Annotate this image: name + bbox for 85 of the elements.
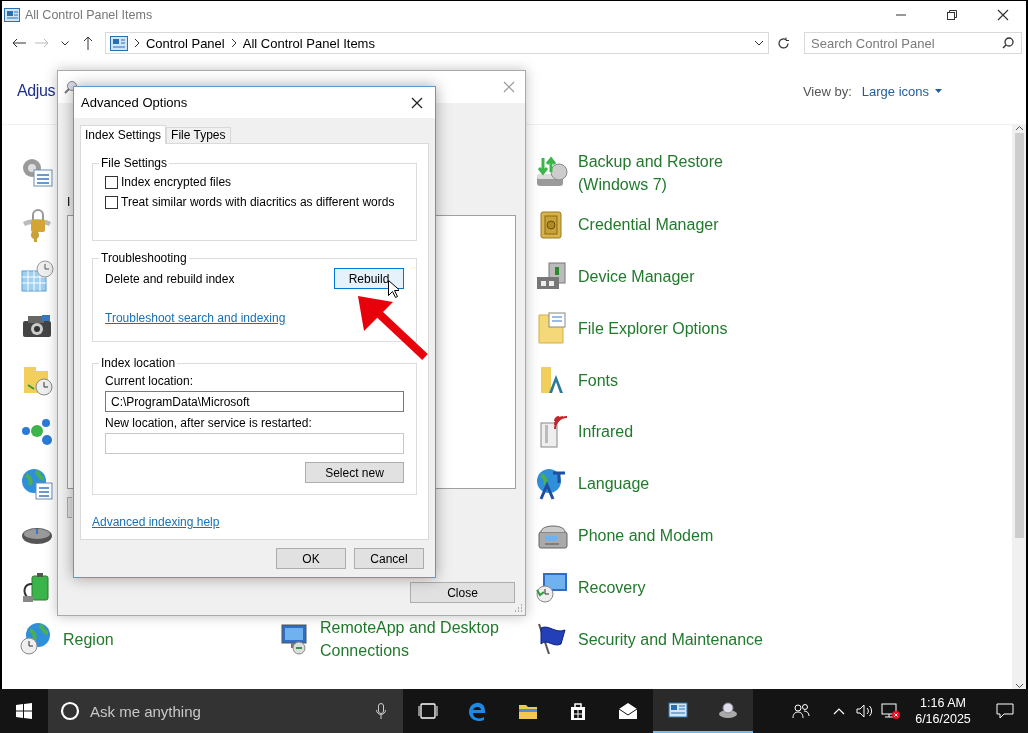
view-by-dropdown[interactable]: Large icons — [861, 83, 942, 99]
item-link[interactable]: Credential Manager — [578, 213, 719, 237]
monitor-clock-icon — [535, 570, 569, 605]
checkbox[interactable] — [105, 175, 118, 189]
calendar-clock-icon — [20, 259, 54, 294]
ok-button[interactable]: OK — [276, 548, 346, 569]
flag-icon — [535, 622, 569, 657]
close-button[interactable]: Close — [410, 582, 515, 603]
field-label: Current location: — [105, 374, 195, 388]
cancel-button[interactable]: Cancel — [354, 548, 424, 569]
input-field[interactable]: C:\ProgramData\Microsoft — [105, 391, 404, 412]
group-label: File Settings — [100, 156, 169, 170]
people-icon — [792, 703, 810, 719]
scrollbar[interactable] — [1012, 125, 1026, 689]
close-icon — [997, 8, 1009, 21]
item-link[interactable]: Infrared — [578, 420, 634, 444]
dropdown-caret-icon[interactable] — [753, 40, 764, 46]
chevron-up-icon — [833, 707, 845, 715]
group-label: Index location — [100, 356, 177, 370]
close-icon — [411, 96, 423, 109]
label-text: I — [67, 195, 72, 209]
item-link[interactable]: Backup and Restore (Windows 7) — [578, 149, 778, 196]
checkbox-label: Index encrypted files — [121, 175, 232, 189]
view-by-label: View by: — [802, 83, 852, 99]
network-disconnected-icon — [881, 703, 901, 719]
item-link[interactable]: File Explorer Options — [578, 316, 728, 340]
forward-arrow-icon — [34, 38, 49, 48]
store-icon — [568, 701, 588, 721]
folder-checklist-icon — [535, 311, 569, 346]
scroll-up-icon[interactable] — [1014, 125, 1024, 131]
refresh-icon — [776, 36, 790, 50]
scroll-down-icon — [1014, 683, 1024, 689]
checkbox-label: Treat similar words with diacritics as different words — [121, 195, 395, 209]
item-link[interactable]: Fonts — [578, 368, 618, 392]
input-field[interactable] — [105, 433, 404, 454]
search-field[interactable]: Ask me anything — [48, 689, 403, 733]
close-icon — [503, 81, 515, 93]
item-link[interactable]: Recovery — [578, 575, 646, 599]
caret-icon — [61, 40, 70, 46]
field-label: New location, after service is restarted: — [105, 416, 313, 430]
troubleshoot-link[interactable]: Troubleshoot search and indexing — [105, 311, 286, 325]
up-arrow-icon — [83, 36, 94, 50]
cursor-icon — [388, 280, 399, 298]
control-panel-icon — [4, 7, 20, 22]
tab[interactable]: Index Settings — [80, 125, 167, 144]
item-link[interactable]: Language — [578, 472, 650, 496]
item-link[interactable]: RemoteApp and Desktop Connections — [320, 616, 520, 663]
taskbar-app[interactable] — [653, 689, 703, 733]
clock[interactable]: 1:16 AM 6/16/2025 — [904, 695, 982, 727]
resize-grip-icon — [514, 604, 523, 613]
search-field[interactable]: Search Control Panel — [804, 32, 1022, 54]
chevron-right-icon — [133, 38, 140, 48]
description-text: Delete and rebuild index — [105, 271, 235, 286]
help-link[interactable]: Advanced indexing help — [92, 515, 220, 529]
item-link[interactable]: Device Manager — [578, 265, 695, 288]
mail-icon — [618, 701, 638, 721]
item-link[interactable]: Security and Maintenance — [578, 627, 763, 651]
notification-icon — [996, 703, 1014, 719]
control-panel-icon — [668, 700, 688, 720]
control-panel-icon — [109, 35, 128, 51]
breadcrumb[interactable]: Control Panel — [145, 35, 225, 51]
browser-icon — [468, 701, 488, 721]
globe-list-icon — [20, 466, 54, 501]
tab[interactable]: File Types — [166, 127, 231, 143]
task-view-icon — [418, 701, 438, 721]
address-bar[interactable]: Control Panel All Control Panel Items — [104, 32, 769, 54]
dialog-title: Advanced Options — [81, 95, 188, 110]
restore-icon — [947, 9, 957, 20]
item-link[interactable]: Phone and Modem — [578, 523, 714, 547]
close-button[interactable] — [411, 96, 423, 109]
group-label: Troubleshooting — [100, 251, 188, 265]
breadcrumb[interactable]: All Control Panel Items — [242, 35, 375, 51]
select-new-button[interactable]: Select new — [305, 462, 404, 483]
taskbar-app[interactable] — [703, 689, 753, 733]
window-title: All Control Panel Items — [25, 7, 153, 22]
volume-icon — [856, 704, 874, 718]
checkbox[interactable] — [105, 195, 118, 209]
padlock-icon — [20, 207, 54, 242]
caret-icon — [935, 89, 942, 93]
item-link[interactable]: Region — [63, 627, 114, 651]
rebuild-button[interactable]: Rebuild — [334, 268, 404, 289]
back-arrow-icon — [11, 38, 26, 48]
chevron-right-icon — [230, 38, 237, 48]
page-heading: Adjus — [17, 82, 56, 100]
windows-logo-icon — [16, 703, 32, 719]
